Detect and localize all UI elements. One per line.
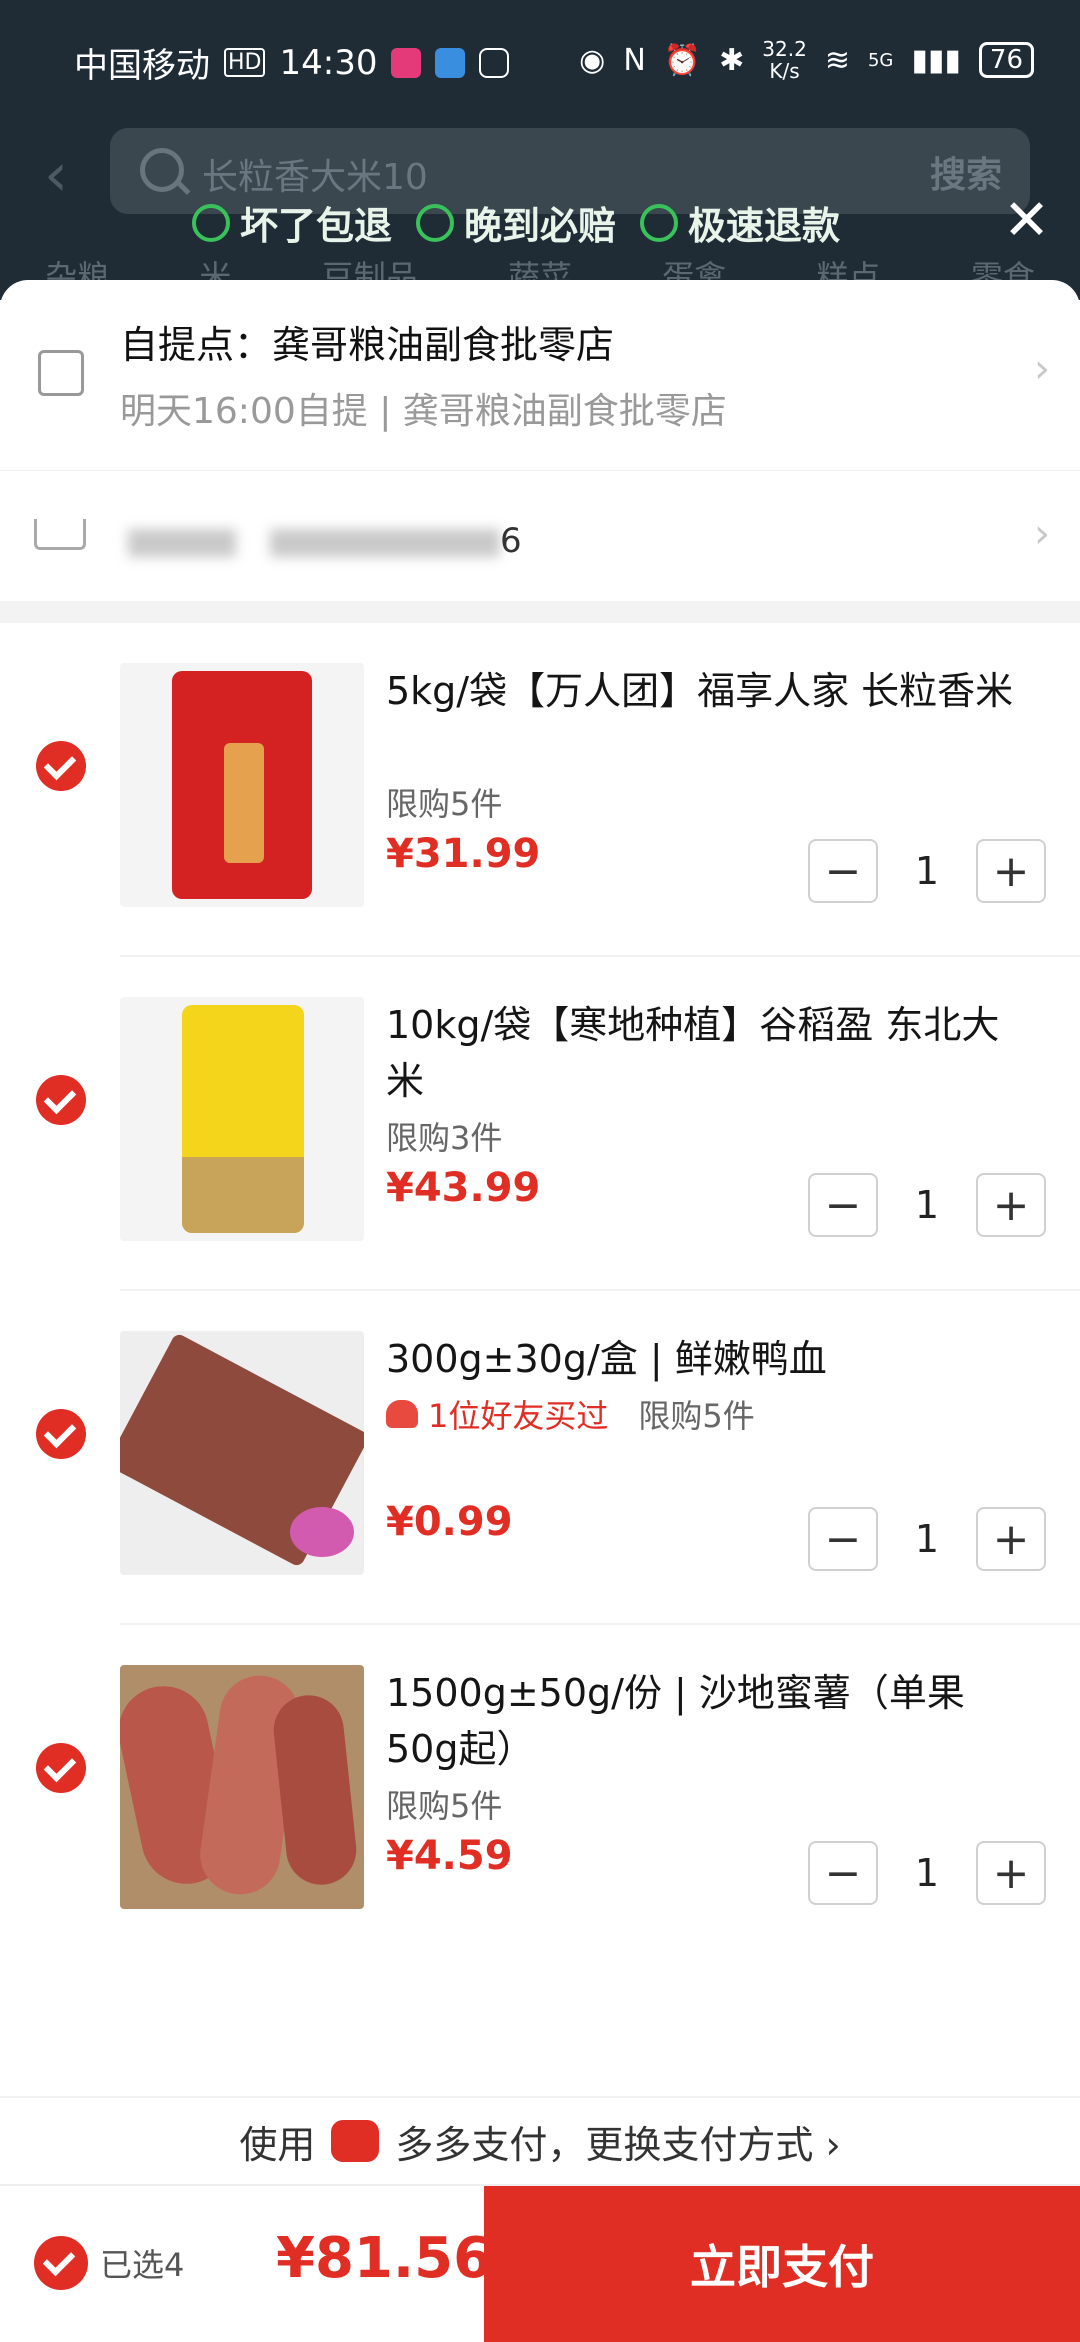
quantity-value: 1: [914, 849, 940, 893]
item-title: 10kg/袋【寒地种植】谷稻盈 东北大米: [386, 1003, 1000, 1103]
close-icon[interactable]: ✕: [1003, 188, 1050, 253]
hand-icon: [479, 47, 510, 78]
guarantee-return: 坏了包退: [192, 195, 392, 250]
blurred-phone: [270, 529, 500, 557]
blurred-name: [128, 529, 236, 557]
product-image-duck-blood[interactable]: [120, 1331, 364, 1575]
battery-indicator: 76: [978, 42, 1034, 78]
item-title: 300g±30g/盒 | 鲜嫩鸭血: [386, 1337, 827, 1381]
item-title: 5kg/袋【万人团】福享人家 长粒香米: [386, 669, 1014, 713]
decrease-button[interactable]: −: [808, 1841, 878, 1905]
search-button[interactable]: 搜索: [930, 146, 1002, 198]
decrease-button[interactable]: −: [808, 1173, 878, 1237]
increase-button[interactable]: +: [976, 839, 1046, 903]
cart-item: 5kg/袋【万人团】福享人家 长粒香米 限购5件 ¥31.99 − 1 +: [0, 623, 1080, 957]
item-checkbox[interactable]: [36, 741, 86, 791]
background-page: 中国移动 HD 14:30 ◉ N ⏰ ✱ 32.2 K/s ≋ 5G ▮▮▮ 7…: [0, 0, 1080, 300]
total-price: ¥81.56: [276, 2226, 493, 2291]
quantity-stepper: − 1 +: [808, 1173, 1046, 1237]
return-icon: [192, 203, 230, 242]
purchase-limit: 限购5件: [638, 1397, 755, 1435]
item-checkbox[interactable]: [36, 1409, 86, 1459]
increase-button[interactable]: +: [976, 1507, 1046, 1571]
recipient-row[interactable]: 6 ›: [0, 471, 1080, 601]
payment-method-text: 多多支付，更换支付方式 ›: [395, 2122, 841, 2167]
pickup-title: 自提点：龚哥粮油副食批零店: [120, 323, 615, 367]
alarm-icon: ⏰: [663, 42, 702, 78]
decrease-button[interactable]: −: [808, 1507, 878, 1571]
purchase-limit: 限购5件: [386, 785, 503, 823]
item-price: ¥43.99: [386, 1165, 541, 1211]
search-icon: [140, 148, 184, 192]
item-price: ¥4.59: [386, 1833, 513, 1879]
duoduo-pay-icon: [331, 2120, 380, 2162]
eye-icon: ◉: [579, 42, 606, 78]
cart-item: 10kg/袋【寒地种植】谷稻盈 东北大米 限购3件 ¥43.99 − 1 +: [0, 957, 1080, 1291]
item-price: ¥0.99: [386, 1499, 513, 1545]
quantity-stepper: − 1 +: [808, 839, 1046, 903]
signal-icon: ▮▮▮: [911, 42, 961, 78]
app-notification-icon: [391, 47, 422, 78]
payment-method-row[interactable]: 使用 多多支付，更换支付方式 ›: [0, 2096, 1080, 2184]
back-arrow-icon[interactable]: ‹: [44, 140, 68, 210]
store-icon: [38, 350, 84, 396]
checkout-bar: 已选4 ¥81.56 立即支付: [0, 2184, 1080, 2342]
purchase-limit: 限购3件: [386, 1119, 503, 1157]
product-image-rice-bag[interactable]: [120, 997, 364, 1241]
checkout-sheet: 自提点：龚哥粮油副食批零店 明天16:00自提 | 龚哥粮油副食批零店 › 6 …: [0, 280, 1080, 2340]
clock-icon: [416, 203, 455, 242]
phone-suffix: 6: [500, 521, 522, 561]
item-checkbox[interactable]: [36, 1743, 86, 1793]
item-price: ¥31.99: [386, 831, 541, 877]
quantity-stepper: − 1 +: [808, 1507, 1046, 1571]
item-checkbox[interactable]: [36, 1075, 86, 1125]
app-notification-icon-2: [435, 47, 466, 78]
search-query[interactable]: 长粒香大米10: [202, 148, 428, 200]
cart-item: 1500g±50g/份 | 沙地蜜薯（单果50g起） 限购5件 ¥4.59 − …: [0, 1625, 1080, 1959]
carrier-label: 中国移动: [74, 46, 210, 86]
quantity-value: 1: [914, 1517, 940, 1561]
item-title: 1500g±50g/份 | 沙地蜜薯（单果50g起）: [386, 1671, 965, 1771]
quantity-value: 1: [914, 1851, 940, 1895]
hanger-icon: [34, 519, 86, 550]
chevron-right-icon: ›: [1034, 346, 1050, 392]
increase-button[interactable]: +: [976, 1841, 1046, 1905]
friend-purchase-note: 1位好友买过 限购5件: [386, 1391, 755, 1437]
bluetooth-icon: ✱: [719, 42, 745, 78]
status-bar: 中国移动 HD 14:30 ◉ N ⏰ ✱ 32.2 K/s ≋ 5G ▮▮▮ 7…: [0, 0, 1080, 120]
nfc-icon: N: [623, 42, 646, 78]
chevron-right-icon: ›: [1034, 511, 1050, 557]
quantity-value: 1: [914, 1183, 940, 1227]
wifi-icon: ≋: [824, 42, 850, 78]
decrease-button[interactable]: −: [808, 839, 878, 903]
service-guarantees: 坏了包退 晚到必赔 极速退款: [192, 195, 840, 250]
lightning-icon: [640, 203, 679, 242]
guarantee-late: 晚到必赔: [416, 195, 616, 250]
quantity-stepper: − 1 +: [808, 1841, 1046, 1905]
pay-now-button[interactable]: 立即支付: [484, 2186, 1080, 2342]
network-speed: 32.2 K/s: [762, 37, 807, 83]
network-type: 5G: [867, 49, 894, 71]
friends-icon: [386, 1400, 418, 1428]
selected-count: 已选4: [100, 2246, 185, 2284]
increase-button[interactable]: +: [976, 1173, 1046, 1237]
hd-badge: HD: [224, 48, 266, 77]
cart-item: 300g±30g/盒 | 鲜嫩鸭血 1位好友买过 限购5件 ¥0.99 − 1 …: [0, 1291, 1080, 1625]
select-all-checkbox[interactable]: [34, 2236, 88, 2290]
pickup-subtitle: 明天16:00自提 | 龚哥粮油副食批零店: [120, 391, 727, 432]
product-image-rice[interactable]: [120, 663, 364, 907]
payment-prefix: 使用: [239, 2122, 316, 2167]
pickup-point[interactable]: 自提点：龚哥粮油副食批零店 明天16:00自提 | 龚哥粮油副食批零店 ›: [0, 280, 1080, 471]
purchase-limit: 限购5件: [386, 1787, 503, 1825]
section-divider: [0, 601, 1080, 623]
guarantee-refund: 极速退款: [640, 195, 840, 250]
clock: 14:30: [279, 42, 378, 83]
product-image-sweet-potato[interactable]: [120, 1665, 364, 1909]
